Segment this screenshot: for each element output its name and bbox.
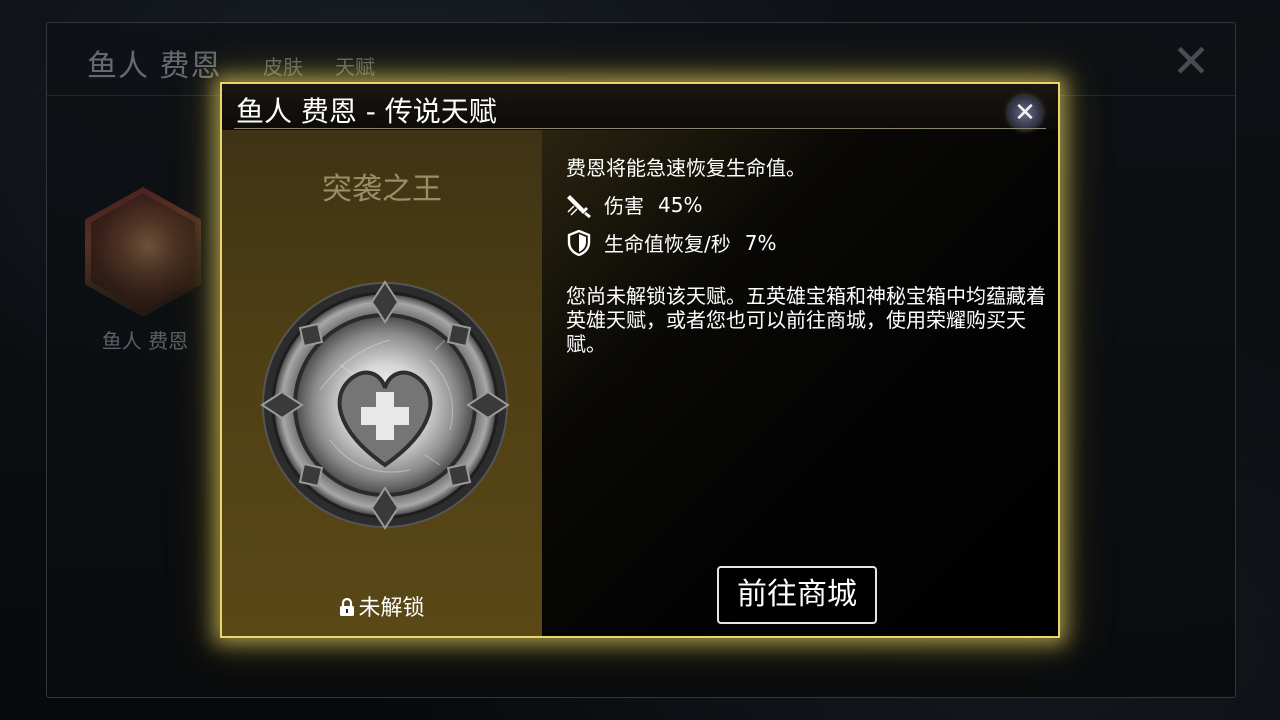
talent-description: 费恩将能急速恢复生命值。 xyxy=(566,156,806,180)
lock-status-label: 未解锁 xyxy=(358,596,425,621)
close-icon[interactable]: ✕ xyxy=(1008,96,1042,130)
talent-left-panel: 突袭之王 未解锁 xyxy=(222,130,542,636)
stat-row-damage: 伤害 45% xyxy=(566,190,702,219)
stat-value: 45% xyxy=(658,192,703,217)
talent-name: 突袭之王 xyxy=(322,172,442,207)
go-to-shop-button[interactable]: 前往商城 xyxy=(717,566,877,624)
stat-label: 生命值恢复/秒 xyxy=(604,232,731,256)
header-divider xyxy=(234,128,1046,129)
lock-icon xyxy=(340,597,355,616)
lock-status: 未解锁 xyxy=(222,590,542,622)
heart-plus-icon xyxy=(260,280,510,530)
dialog-header: 鱼人 费恩 - 传说天赋 ✕ xyxy=(222,84,1058,130)
stat-label: 伤害 xyxy=(604,194,644,218)
unlock-info-text: 您尚未解锁该天赋。五英雄宝箱和神秘宝箱中均蕴藏着英雄天赋，或者您也可以前往商城，… xyxy=(566,284,1046,356)
sword-icon xyxy=(567,194,591,218)
stat-row-regen: 生命值恢复/秒 7% xyxy=(566,228,776,257)
stat-value: 7% xyxy=(744,230,777,255)
legendary-talent-dialog: 突袭之王 未解锁 费恩将能急速恢复生命值。 伤害 45% 生命值恢复/秒 7% … xyxy=(220,82,1060,638)
shield-icon xyxy=(567,229,591,256)
dialog-title: 鱼人 费恩 - 传说天赋 xyxy=(236,95,497,128)
talent-right-panel: 费恩将能急速恢复生命值。 伤害 45% 生命值恢复/秒 7% 您尚未解锁该天赋。… xyxy=(542,130,1058,636)
